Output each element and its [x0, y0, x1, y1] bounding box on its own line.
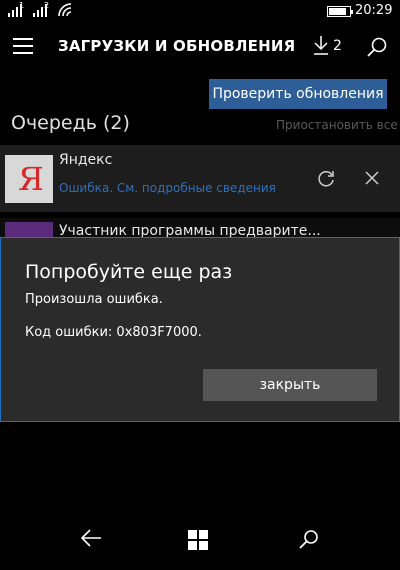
wifi-icon	[58, 3, 72, 17]
dialog-error-code: Код ошибки: 0x803F7000.	[25, 325, 202, 340]
clock: 20:29	[355, 3, 393, 18]
error-details-link[interactable]: Ошибка. См. подробные сведения	[59, 181, 276, 195]
error-dialog: Попробуйте еще раз Произошла ошибка. Код…	[0, 237, 400, 422]
battery-icon	[327, 6, 353, 17]
download-icon[interactable]	[312, 35, 330, 55]
dialog-title: Попробуйте еще раз	[25, 261, 233, 283]
pause-all-link[interactable]: Приостановить все	[276, 118, 398, 132]
windows-start-icon[interactable]	[188, 530, 208, 550]
sim2-label: 2	[44, 1, 50, 10]
page-title: ЗАГРУЗКИ И ОБНОВЛЕНИЯ	[58, 37, 296, 55]
app-name: Яндекс	[59, 152, 113, 168]
dialog-message: Произошла ошибка.	[25, 292, 163, 307]
close-icon[interactable]	[365, 171, 379, 185]
search-icon[interactable]	[366, 36, 388, 58]
list-item[interactable]: Я Яндекс Ошибка. См. подробные сведения	[0, 145, 400, 212]
status-bar: 1 2 20:29	[0, 0, 400, 22]
yandex-logo-letter: Я	[18, 160, 44, 198]
download-count[interactable]: 2	[333, 38, 342, 54]
battery-fill	[329, 8, 346, 15]
retry-icon[interactable]	[316, 169, 336, 189]
yandex-app-icon: Я	[5, 155, 53, 203]
sim1-label: 1	[19, 1, 25, 10]
back-arrow-icon[interactable]	[80, 528, 102, 548]
search-icon[interactable]	[299, 529, 319, 549]
hamburger-menu-icon[interactable]	[13, 38, 33, 54]
queue-heading: Очередь (2)	[11, 112, 130, 134]
check-updates-button[interactable]: Проверить обновления	[209, 79, 387, 109]
dialog-close-button[interactable]: закрыть	[203, 369, 377, 401]
